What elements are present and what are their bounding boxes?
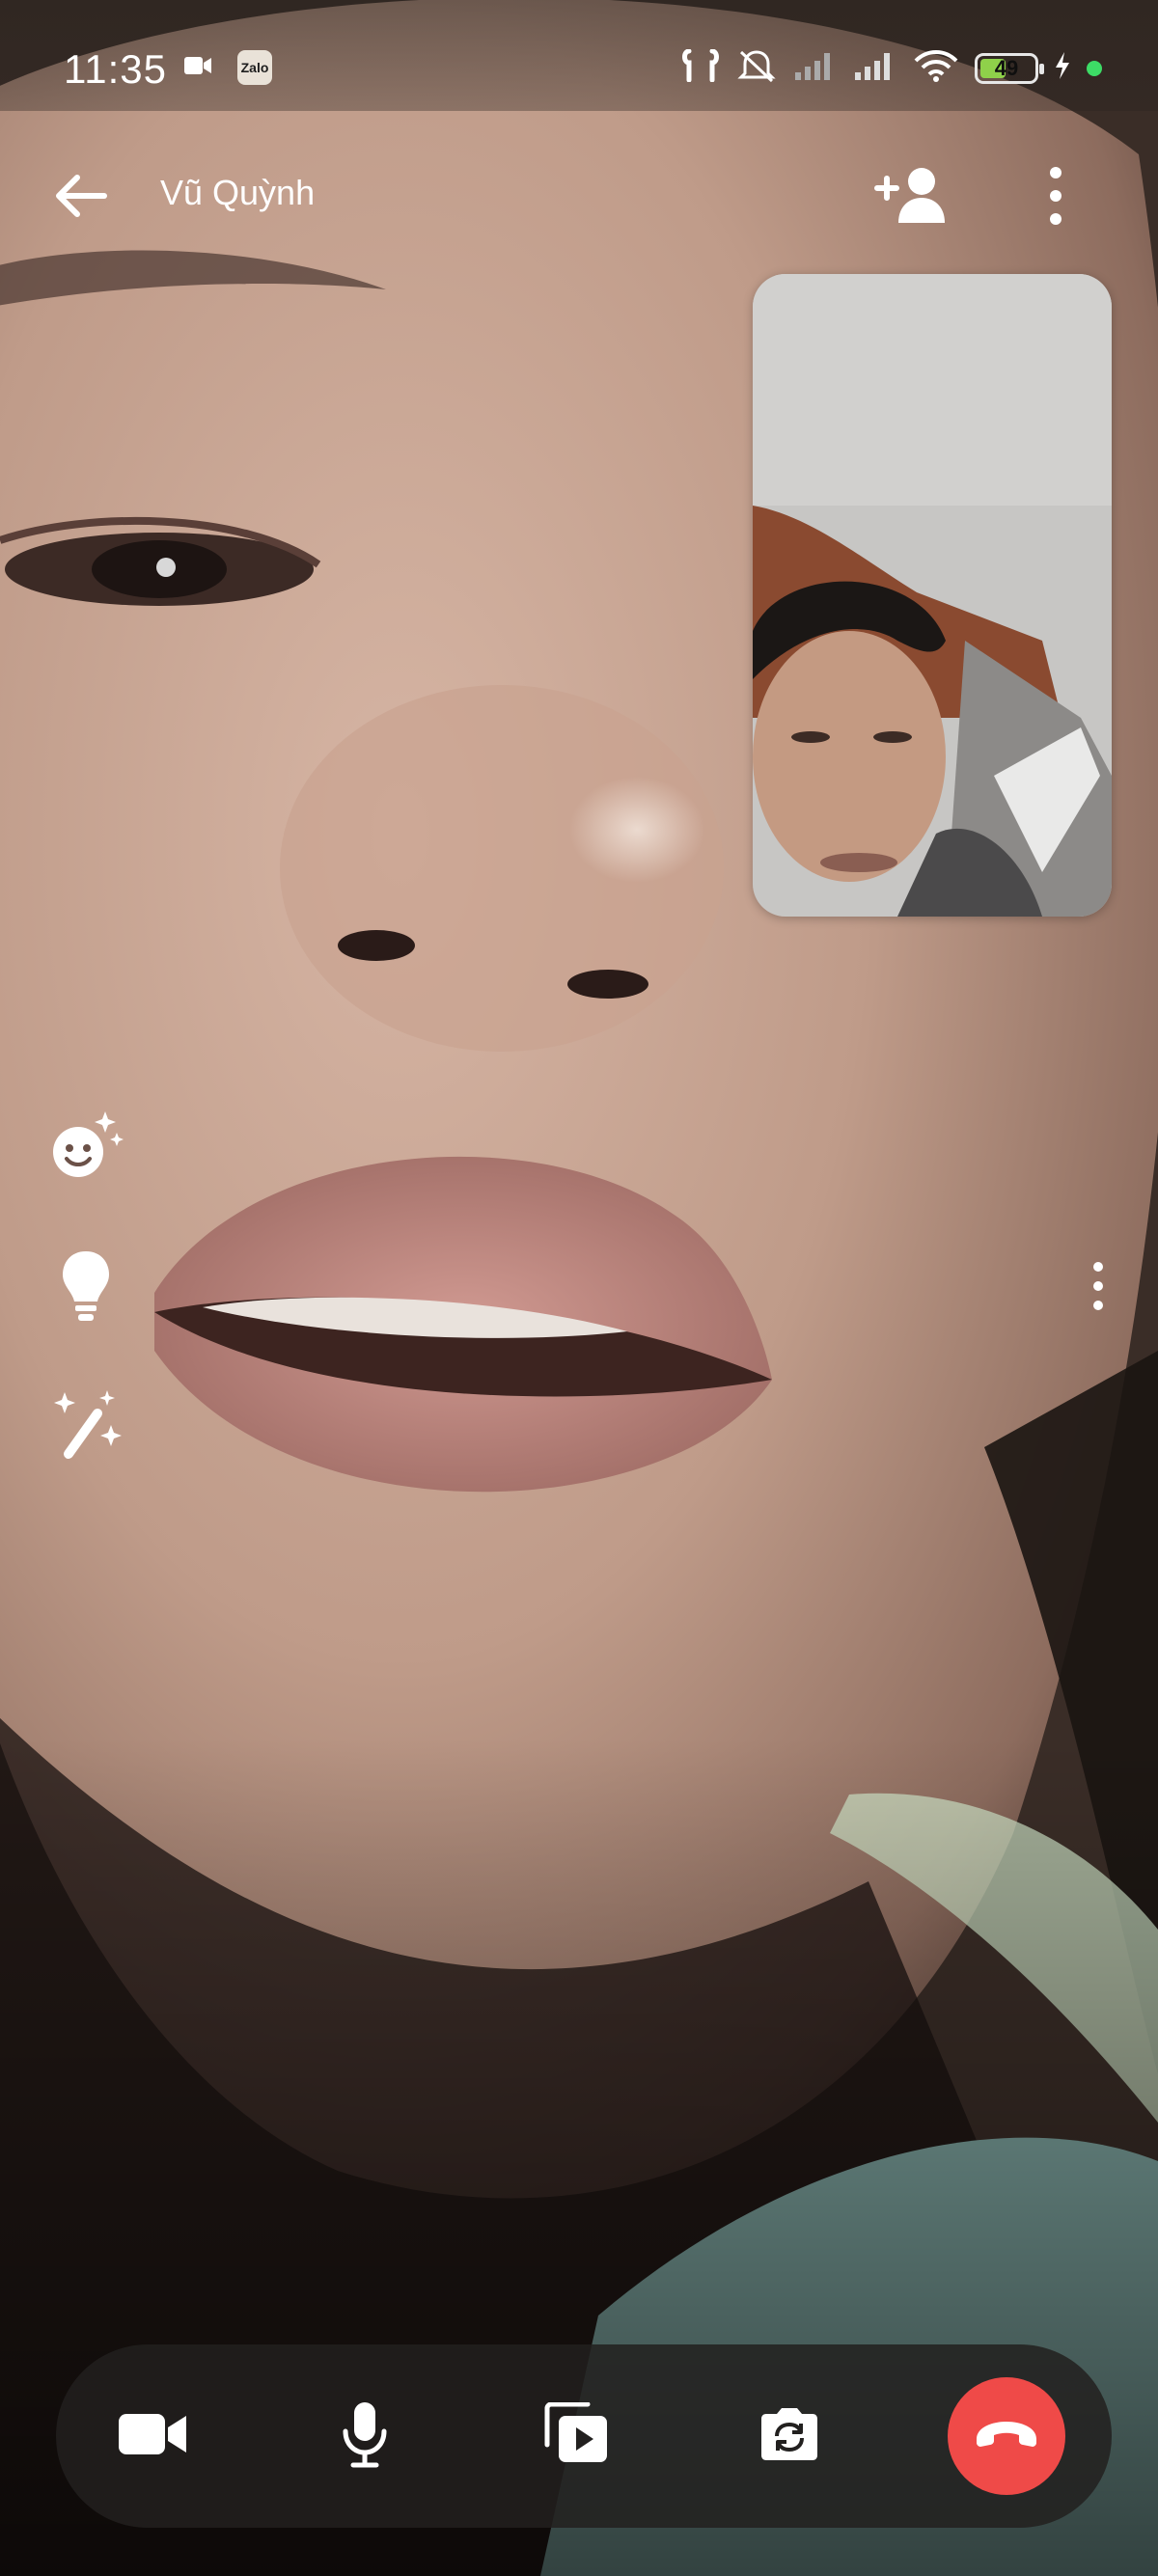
smiley-sparkle-icon [47,1108,124,1190]
add-person-button[interactable] [868,157,955,238]
add-person-icon [873,165,951,232]
zalo-app-icon: Zalo [237,50,272,85]
arrow-left-icon [52,172,110,225]
bell-muted-icon [735,48,778,88]
status-bar: 11:35 Zalo 49 [0,0,1158,111]
lightbulb-icon [57,1247,115,1329]
more-vertical-icon [1090,1259,1106,1318]
magic-wand-icon [47,1384,124,1466]
status-right-icons: 49 [681,48,1102,88]
side-more-button[interactable] [1081,1254,1116,1322]
status-time: 11:35 [64,46,167,92]
status-green-dot [1087,60,1102,76]
self-video-preview[interactable] [753,274,1112,917]
microphone-icon [340,2400,390,2473]
more-vertical-icon [1046,165,1065,232]
switch-camera-icon [756,2405,823,2468]
call-header: Vũ Quỳnh [0,111,1158,275]
video-call-screen: 11:35 Zalo 49 Vũ Quỳnh [0,0,1158,2576]
charging-bolt-icon [1054,51,1071,85]
microphone-button[interactable] [307,2378,423,2494]
media-share-icon [543,2401,611,2471]
beautify-button[interactable] [42,1382,129,1468]
earbuds-icon [681,48,720,87]
battery-cap [1039,63,1044,74]
video-camera-icon [183,54,212,82]
face-effects-button[interactable] [42,1105,129,1192]
battery-level: 49 [994,55,1019,80]
signal-bars-icon [853,51,897,85]
status-left-icons: Zalo [183,50,272,85]
back-button[interactable] [42,159,120,236]
lighting-button[interactable] [42,1245,129,1331]
end-call-button[interactable] [948,2377,1065,2495]
call-control-bar [56,2344,1112,2528]
hang-up-icon [973,2418,1040,2455]
switch-camera-button[interactable] [731,2378,847,2494]
signal-bars-icon [793,51,838,85]
camera-toggle-button[interactable] [95,2378,210,2494]
battery-icon: 49 [975,52,1044,84]
wifi-icon [913,49,959,87]
more-options-button[interactable] [1029,157,1083,238]
media-share-button[interactable] [519,2378,635,2494]
video-camera-icon [117,2410,188,2463]
contact-name: Vũ Quỳnh [160,173,316,212]
